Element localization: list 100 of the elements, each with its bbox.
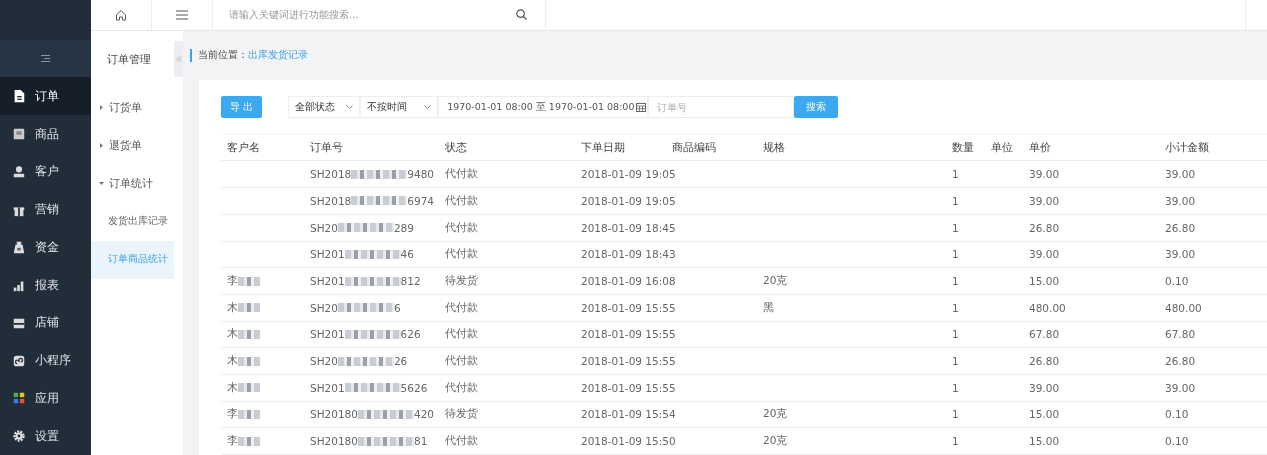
table-cell: 代付款	[445, 380, 478, 395]
table-cell: 李	[227, 434, 238, 449]
table-cell: 1	[952, 194, 959, 207]
nav-item[interactable]: 商品	[0, 115, 91, 153]
table-cell: 2018-01-09 15:54	[581, 408, 676, 421]
table-cell: 2018-01-09 19:05	[581, 168, 676, 181]
table-cell: 代付款	[445, 220, 478, 235]
column-header: 订单号	[304, 133, 439, 162]
redaction-blur	[337, 356, 394, 366]
table-cell: 1	[952, 355, 959, 368]
order-number-field[interactable]: 订单号	[648, 96, 795, 119]
redaction-blur	[357, 436, 414, 446]
table-cell: 2018-01-09 15:50	[581, 435, 676, 448]
table-cell: 26	[393, 355, 408, 368]
search-icon[interactable]	[516, 9, 527, 21]
settings-icon	[12, 429, 26, 444]
nav-item[interactable]: 客户	[0, 153, 91, 191]
redaction-blur	[337, 223, 394, 233]
table-cell: 39.00	[1165, 381, 1196, 394]
menu-toggle-icon[interactable]	[41, 55, 50, 63]
nav-item[interactable]: 报表	[0, 266, 91, 304]
table-cell: SH2018	[310, 168, 352, 181]
table-cell: 1	[952, 408, 959, 421]
redaction-blur	[238, 329, 260, 339]
table-cell: 67.80	[1029, 328, 1060, 341]
column-header: 商品编码	[666, 133, 757, 162]
caret-down-icon	[99, 181, 104, 187]
nav-item[interactable]: 店铺	[0, 304, 91, 342]
redaction-blur	[238, 276, 260, 286]
mini-program-icon	[12, 353, 26, 368]
subnav-link[interactable]: 发货出库记录	[91, 202, 174, 241]
table-cell: 待发货	[445, 274, 478, 289]
table-cell: 1	[952, 301, 959, 314]
table-cell: 39.00	[1029, 248, 1060, 261]
column-header: 下单日期	[575, 133, 666, 162]
menu-icon[interactable]	[176, 9, 188, 20]
table-cell: 39.00	[1029, 168, 1060, 181]
table-cell: 420	[413, 408, 434, 421]
redaction-blur	[344, 249, 401, 259]
table-cell: 代付款	[445, 167, 478, 182]
table-cell: 26.80	[1029, 355, 1060, 368]
table-cell: 木	[227, 327, 238, 342]
table-cell: 1	[952, 168, 959, 181]
table-cell: SH20180	[310, 435, 358, 448]
table-cell: 39.00	[1029, 194, 1060, 207]
nav-item[interactable]: 应用	[0, 379, 91, 418]
table-cell: SH201	[310, 328, 345, 341]
column-header: 小计金额	[1159, 133, 1267, 162]
status-select[interactable]: 全部状态	[288, 96, 361, 119]
table-cell: SH20	[310, 355, 338, 368]
nav-item[interactable]: 设置	[0, 417, 91, 455]
subnav-item[interactable]: 订货单	[91, 88, 174, 127]
redaction-blur	[238, 356, 260, 366]
table-cell: 26.80	[1165, 221, 1196, 234]
table-cell: 626	[400, 328, 421, 341]
redaction-blur	[351, 196, 408, 206]
nav-item[interactable]: 资金	[0, 228, 91, 267]
table-cell: 480.00	[1029, 301, 1066, 314]
section-title: 订单管理	[106, 52, 152, 69]
caret-icon	[346, 105, 354, 110]
column-header: 数量	[946, 133, 985, 162]
table-cell: 46	[400, 248, 414, 261]
redaction-blur	[238, 383, 260, 393]
box-icon	[12, 127, 26, 142]
redaction-blur	[238, 409, 260, 419]
column-header: 单位	[985, 133, 1023, 162]
table-cell: 39.00	[1165, 248, 1196, 261]
table-cell: 代付款	[445, 434, 478, 449]
table-cell: 1	[952, 275, 959, 288]
column-header: 状态	[439, 133, 575, 162]
money-bag-icon	[12, 240, 26, 255]
redaction-blur	[344, 329, 401, 339]
table-cell: 9480	[407, 168, 435, 181]
table-cell: 20克	[763, 407, 788, 422]
time-select[interactable]: 不按时间	[360, 96, 439, 119]
table-cell: 39.00	[1165, 168, 1196, 181]
table-cell: 20克	[763, 434, 788, 449]
subnav-item[interactable]: 退货单	[91, 126, 174, 165]
caret-right-icon	[99, 143, 104, 149]
nav-item[interactable]: 订单	[0, 77, 91, 116]
nav-item[interactable]: 小程序	[0, 341, 91, 380]
table-cell: 2018-01-09 15:55	[581, 301, 676, 314]
table-cell: 1	[952, 221, 959, 234]
table-cell: 81	[413, 435, 428, 448]
table-cell: 代付款	[445, 354, 478, 369]
caret-right-icon	[99, 105, 104, 111]
table-cell: 6	[393, 301, 401, 314]
date-range-field[interactable]: 1970-01-01 08:00 至 1970-01-01 08:00	[438, 96, 649, 119]
nav-item[interactable]: 营销	[0, 190, 91, 229]
table-cell: 木	[227, 380, 238, 395]
home-icon[interactable]	[115, 8, 127, 21]
table-cell: 2018-01-09 15:55	[581, 355, 676, 368]
table-cell: 黑	[763, 300, 774, 315]
subnav-item[interactable]: 订单统计	[91, 164, 174, 203]
table-cell: 15.00	[1029, 275, 1060, 288]
redaction-blur	[238, 436, 260, 446]
column-header: 客户名	[221, 133, 304, 162]
table-cell: 289	[393, 221, 414, 234]
table-cell: 1	[952, 328, 959, 341]
redaction-blur	[337, 303, 394, 313]
